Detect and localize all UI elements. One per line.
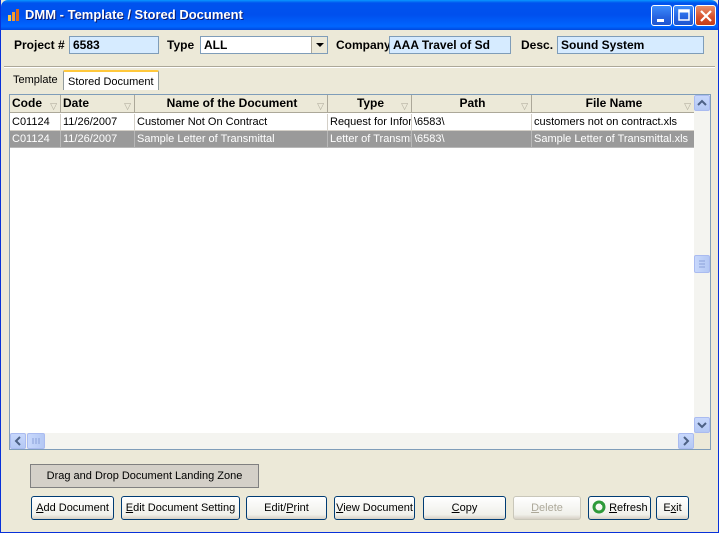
filter-icon[interactable]: ▽ [521,98,528,112]
grip-icon [699,260,705,268]
copy-button[interactable]: Copy [423,496,506,520]
cell-code: C01124 [10,114,61,131]
horizontal-scroll-thumb[interactable] [27,433,45,449]
main-window: DMM - Template / Stored Document Project… [0,0,719,533]
cell-date: 11/26/2007 [61,114,135,131]
edit-document-setting-button[interactable]: Edit Document Setting [121,496,240,520]
scroll-down-button[interactable] [694,417,710,433]
filter-icon[interactable]: ▽ [684,98,691,112]
chevron-left-icon [14,436,21,446]
maximize-icon [678,9,690,21]
chevron-up-icon [697,99,707,106]
title-bar[interactable]: DMM - Template / Stored Document [1,0,718,30]
edit-print-button[interactable]: Edit/Print [246,496,327,520]
cell-date: 11/26/2007 [61,131,135,148]
column-header-file-name[interactable]: File Name ▽ [532,95,695,113]
refresh-button[interactable]: Refresh [588,496,651,520]
desc-label: Desc. [521,38,554,52]
chevron-down-icon[interactable] [311,37,327,53]
column-header-name[interactable]: Name of the Document ▽ [135,95,328,113]
column-header-code[interactable]: Code ▽ [10,95,61,113]
filter-icon[interactable]: ▽ [124,98,131,112]
cell-code: C01124 [10,131,61,148]
chevron-down-icon [697,422,707,429]
scrollbar-corner [694,433,710,449]
exit-button[interactable]: Exit [656,496,689,520]
cell-path: \6583\ [412,114,532,131]
dmm-app-icon [8,9,19,21]
table-row-selected[interactable]: C01124 11/26/2007 Sample Letter of Trans… [10,131,695,148]
filter-icon[interactable]: ▽ [401,98,408,112]
add-document-button[interactable]: Add Document [31,496,114,520]
filter-icon[interactable]: ▽ [317,98,324,112]
cell-name: Sample Letter of Transmittal [135,131,328,148]
cell-type: Request for Inforn [328,114,412,131]
view-document-button[interactable]: View Document [334,496,415,520]
type-label: Type [167,38,195,52]
cell-file-name: customers not on contract.xls [532,114,695,131]
description-field[interactable]: Sound System [557,36,704,54]
column-header-date[interactable]: Date ▽ [61,95,135,113]
scroll-up-button[interactable] [694,95,710,111]
company-field[interactable]: AAA Travel of Sd [389,36,511,54]
scroll-left-button[interactable] [10,433,26,449]
project-number-field[interactable]: 6583 [69,36,159,54]
document-grid[interactable]: Code ▽ Date ▽ Name of the Document ▽ Type ▽ … [9,94,711,450]
project-label: Project # [14,38,65,52]
cell-file-name: Sample Letter of Transmittal.xls [532,131,695,148]
window-title: DMM - Template / Stored Document [25,7,243,22]
close-icon [700,10,712,22]
scroll-right-button[interactable] [678,433,694,449]
chevron-right-icon [683,436,690,446]
column-header-type[interactable]: Type ▽ [328,95,412,113]
horizontal-scrollbar[interactable] [10,433,694,449]
tab-template[interactable]: Template [9,70,62,90]
maximize-button[interactable] [673,5,694,26]
delete-button[interactable]: Delete [513,496,581,520]
vertical-scrollbar[interactable] [694,95,710,433]
minimize-icon [657,19,664,22]
type-select[interactable]: ALL [200,36,328,54]
drag-drop-landing-zone[interactable]: Drag and Drop Document Landing Zone [30,464,259,488]
table-row[interactable]: C01124 11/26/2007 Customer Not On Contra… [10,114,695,131]
cell-path: \6583\ [412,131,532,148]
type-select-value: ALL [204,38,228,52]
refresh-icon [592,500,606,514]
cell-name: Customer Not On Contract [135,114,328,131]
close-button[interactable] [695,5,716,26]
filter-icon[interactable]: ▽ [50,98,57,112]
company-label: Company [336,38,391,52]
grid-header: Code ▽ Date ▽ Name of the Document ▽ Type ▽ … [10,95,695,113]
minimize-button[interactable] [651,5,672,26]
grip-icon [32,438,40,444]
cell-type: Letter of Transmitt [328,131,412,148]
column-header-path[interactable]: Path ▽ [412,95,532,113]
header-divider [4,66,715,68]
tab-stored-document[interactable]: Stored Document [63,70,159,90]
vertical-scroll-thumb[interactable] [694,255,710,273]
